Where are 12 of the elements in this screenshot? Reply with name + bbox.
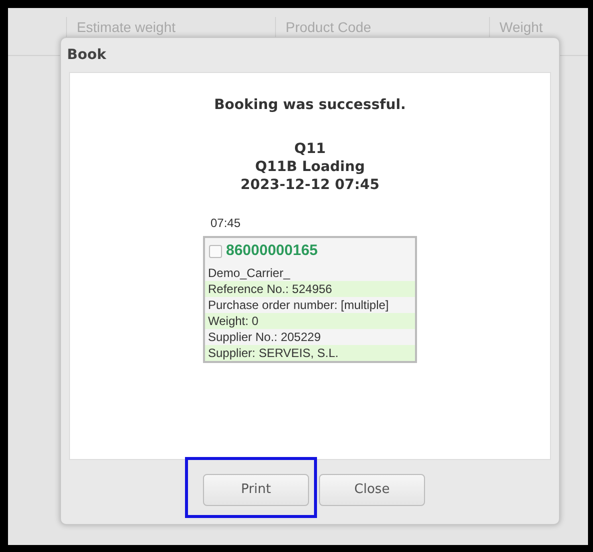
time-label: 07:45 [210, 216, 241, 230]
dialog-button[interactable]: Print [203, 474, 309, 506]
booking-detail: Q11 [294, 140, 326, 158]
dialog-button[interactable]: Close [319, 474, 425, 506]
booking-detail: 2023-12-12 07:45 [240, 176, 380, 194]
booking-info-line: Demo_Carrier_ [207, 264, 292, 280]
success-message: Booking was successful. [214, 96, 406, 115]
booking-info-line: Purchase order number: [multiple] [207, 296, 390, 312]
checkbox[interactable] [209, 244, 222, 258]
booking-detail: Q11B Loading [255, 158, 365, 176]
booking-info-line: Supplier No.: 205229 [207, 328, 322, 344]
booking-number: 86000000165 [226, 241, 318, 261]
